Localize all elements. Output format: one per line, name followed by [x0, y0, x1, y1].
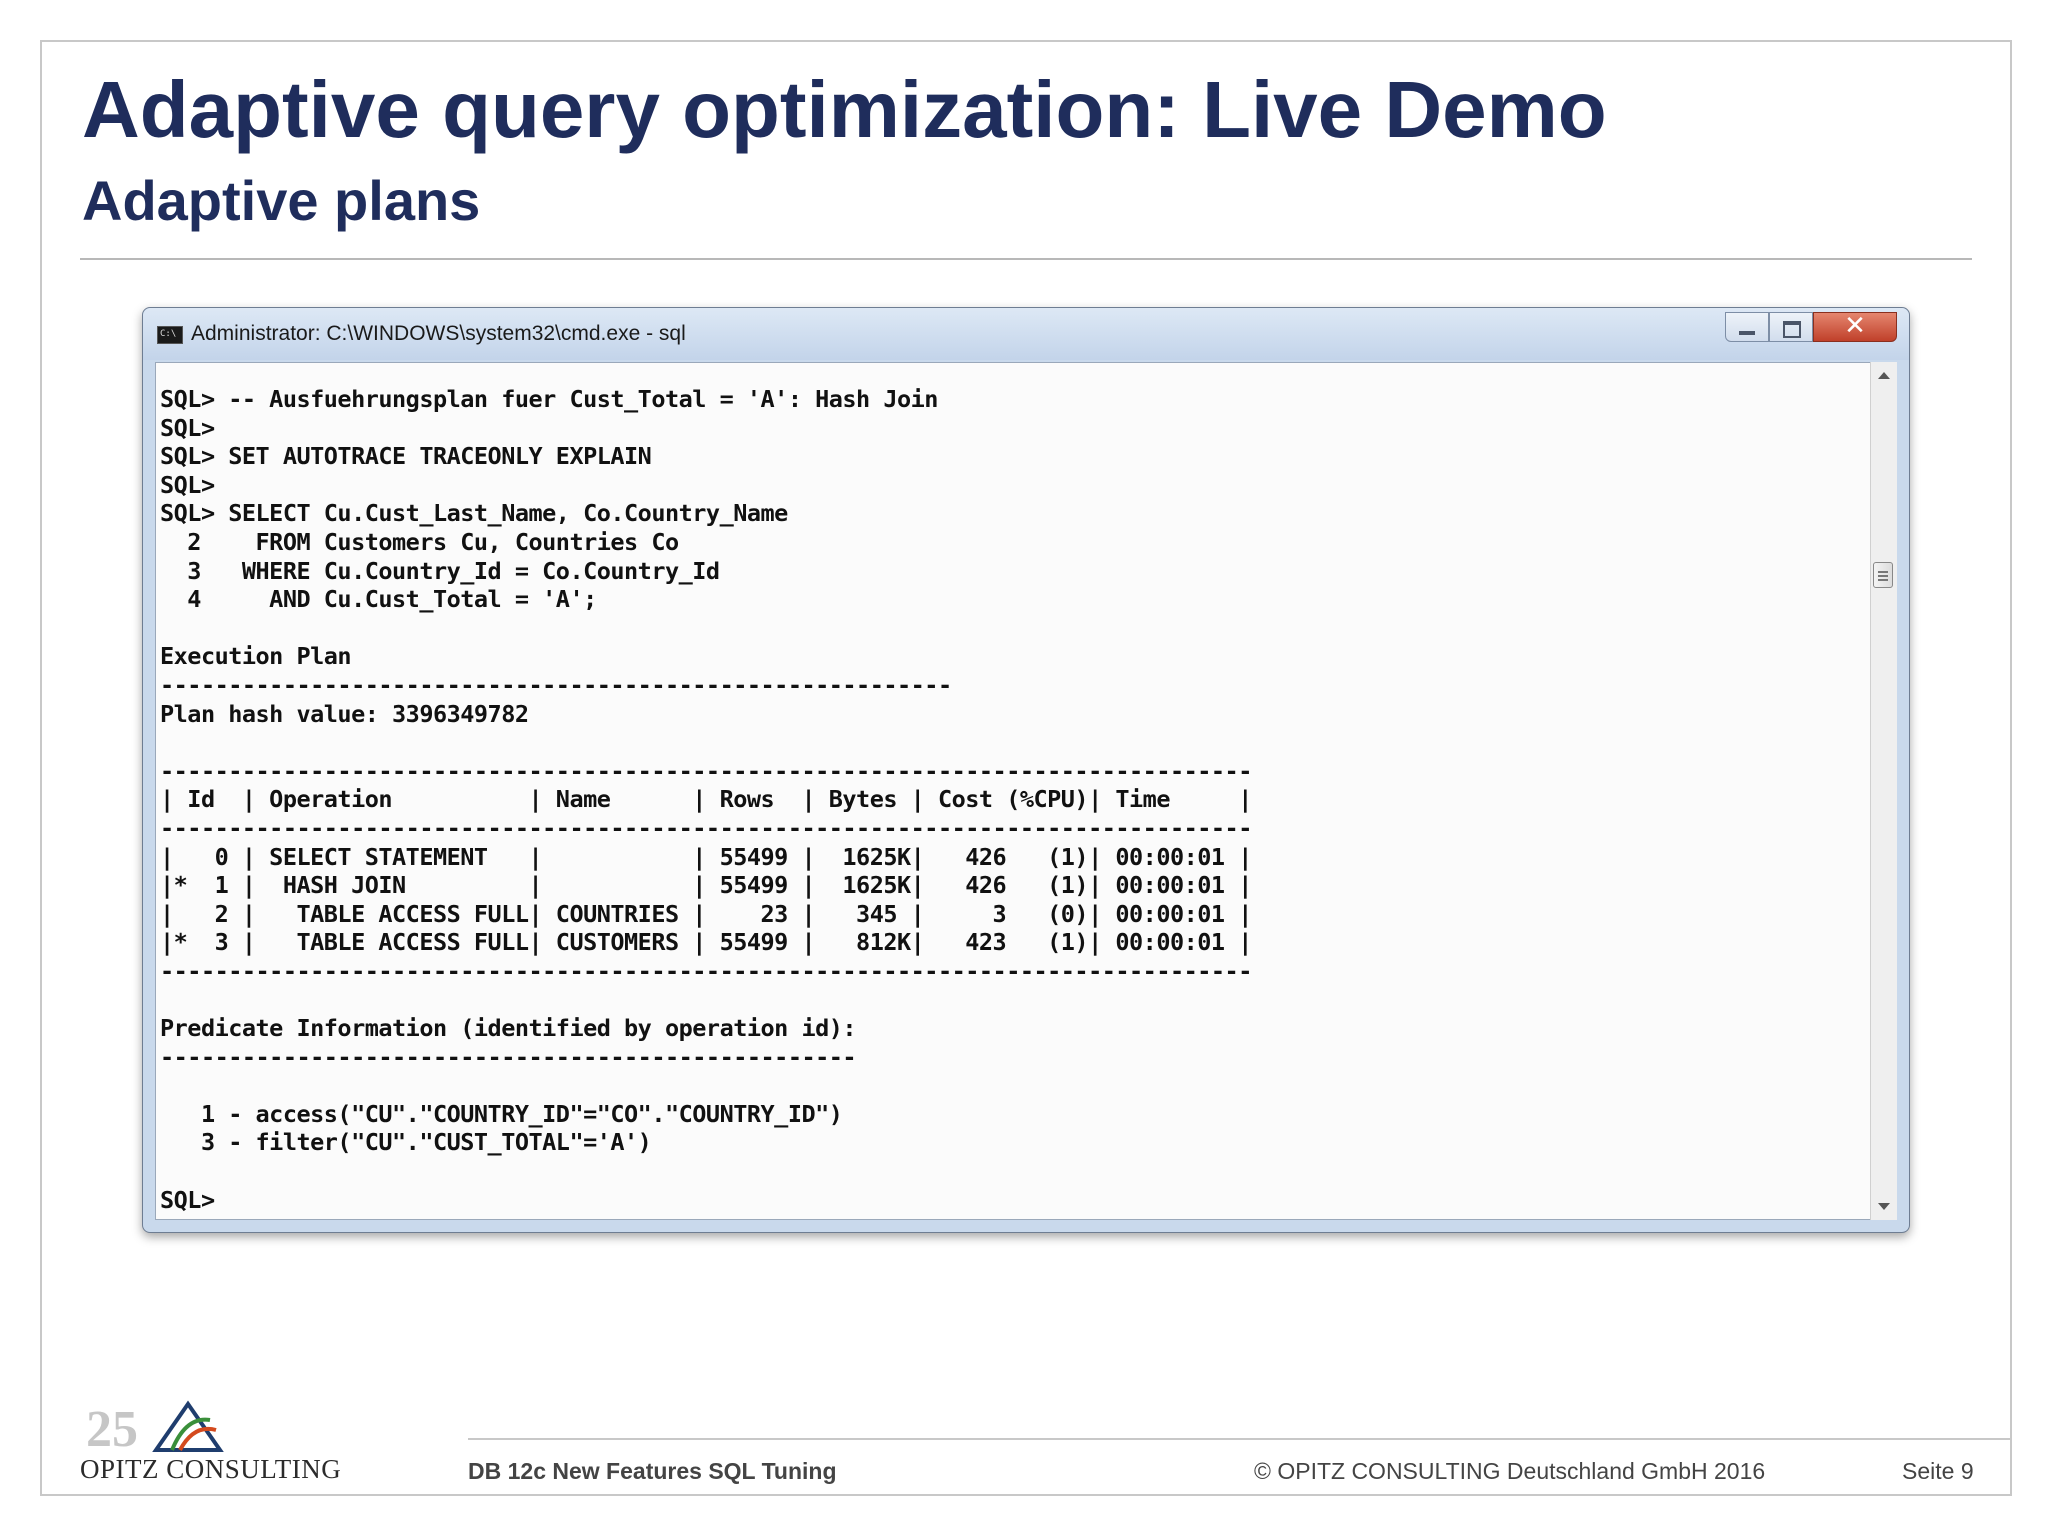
console-line: Predicate Information (identified by ope… — [160, 1014, 857, 1043]
console-text: SQL> -- Ausfuehrungsplan fuer Cust_Total… — [160, 385, 1252, 1214]
title-divider — [80, 258, 1972, 260]
console-line: | 2 | TABLE ACCESS FULL| COUNTRIES | 23 … — [160, 899, 1252, 928]
console-line: Execution Plan — [160, 642, 352, 671]
slide-title: Adaptive query optimization: Live Demo — [82, 65, 1607, 154]
maximize-button[interactable] — [1769, 312, 1813, 342]
minimize-button[interactable] — [1725, 312, 1769, 342]
console-line: ----------------------------------------… — [160, 670, 952, 699]
console-line: SQL> SELECT Cu.Cust_Last_Name, Co.Countr… — [160, 499, 788, 528]
console-line: ----------------------------------------… — [160, 1042, 857, 1071]
console-output[interactable]: SQL> -- Ausfuehrungsplan fuer Cust_Total… — [155, 362, 1871, 1220]
console-line: | 0 | SELECT STATEMENT | | 55499 | 1625K… — [160, 842, 1252, 871]
console-line: SQL> SET AUTOTRACE TRACEONLY EXPLAIN — [160, 442, 652, 471]
close-button[interactable]: ✕ — [1813, 311, 1897, 342]
cmd-icon[interactable]: C:\ — [157, 326, 183, 344]
minimize-icon — [1739, 331, 1755, 335]
console-line: 3 - filter("CU"."CUST_TOTAL"='A') — [160, 1128, 652, 1157]
footer-course-title: DB 12c New Features SQL Tuning — [468, 1458, 837, 1484]
console-line: |* 1 | HASH JOIN | | 55499 | 1625K| 426 … — [160, 871, 1252, 900]
console-line: SQL> — [160, 1185, 215, 1214]
window-title: Administrator: C:\WINDOWS\system32\cmd.e… — [191, 322, 686, 345]
console-line: ----------------------------------------… — [160, 956, 1252, 985]
company-logo: 25 OPITZ CONSULTING — [80, 1398, 341, 1488]
window-controls: ✕ — [1725, 311, 1897, 346]
logo-text: OPITZ CONSULTING — [80, 1454, 342, 1484]
cmd-window[interactable]: C:\ Administrator: C:\WINDOWS\system32\c… — [142, 307, 1910, 1233]
footer-copyright: © OPITZ CONSULTING Deutschland GmbH 2016 — [1254, 1458, 1766, 1484]
console-line: 2 FROM Customers Cu, Countries Co — [160, 527, 679, 556]
console-line: 3 WHERE Cu.Country_Id = Co.Country_Id — [160, 556, 720, 585]
console-line: SQL> — [160, 413, 215, 442]
logo-anniversary-number: 25 — [86, 1401, 138, 1458]
console-line: ----------------------------------------… — [160, 813, 1252, 842]
logo-mountain-icon — [152, 1400, 224, 1452]
console-line: 4 AND Cu.Cust_Total = 'A'; — [160, 585, 597, 614]
console-line: |* 3 | TABLE ACCESS FULL| CUSTOMERS | 55… — [160, 928, 1252, 957]
console-line: | Id | Operation | Name | Rows | Bytes |… — [160, 785, 1252, 814]
window-titlebar[interactable]: C:\ Administrator: C:\WINDOWS\system32\c… — [143, 308, 1909, 360]
console-line: SQL> — [160, 470, 215, 499]
console-line: ----------------------------------------… — [160, 756, 1252, 785]
maximize-icon — [1783, 321, 1801, 338]
slide-subtitle: Adaptive plans — [82, 169, 481, 232]
console-line: 1 - access("CU"."COUNTRY_ID"="CO"."COUNT… — [160, 1099, 843, 1128]
console-line: Plan hash value: 3396349782 — [160, 699, 529, 728]
close-icon: ✕ — [1844, 311, 1866, 341]
vertical-scrollbar[interactable] — [1870, 362, 1897, 1220]
scroll-thumb[interactable] — [1873, 562, 1893, 588]
console-line: SQL> -- Ausfuehrungsplan fuer Cust_Total… — [160, 385, 938, 413]
scroll-up-arrow-icon[interactable] — [1878, 372, 1890, 379]
footer-page-number: Seite 9 — [1902, 1458, 1974, 1484]
footer-divider — [468, 1438, 2012, 1440]
scroll-down-arrow-icon[interactable] — [1878, 1203, 1890, 1210]
